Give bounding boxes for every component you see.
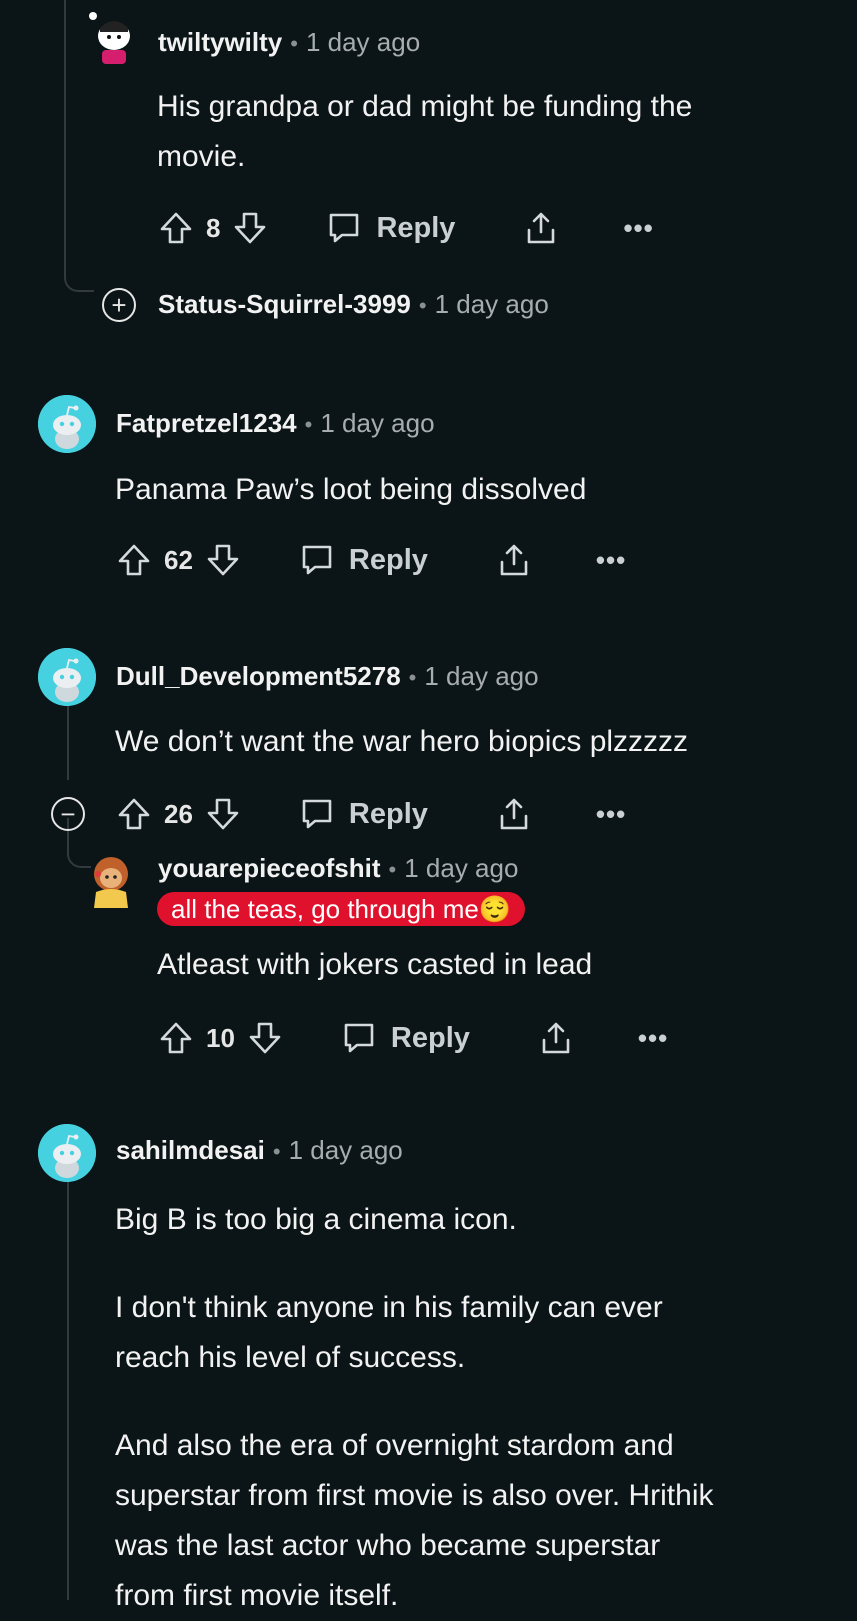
avatar[interactable]	[38, 395, 96, 453]
comment-line: reach his level of success.	[115, 1341, 466, 1374]
reply-label: Reply	[376, 211, 456, 244]
comment-actions: 10 Reply •••	[158, 1016, 668, 1060]
username[interactable]: Fatpretzel1234	[116, 408, 297, 438]
comment-bubble-icon	[299, 796, 335, 832]
more-options-button[interactable]: •••	[623, 215, 653, 241]
separator: •	[304, 412, 313, 437]
comment-line: movie.	[157, 140, 246, 173]
snoo-avatar-icon	[38, 648, 96, 706]
reply-label: Reply	[348, 797, 428, 830]
username[interactable]: Status-Squirrel-3999	[158, 289, 411, 319]
more-options-button[interactable]: •••	[596, 801, 626, 827]
separator: •	[418, 293, 427, 318]
comment-line: Panama Paw’s loot being dissolved	[115, 473, 587, 506]
separator: •	[272, 1139, 281, 1164]
downvote-icon[interactable]	[232, 210, 268, 246]
comment-line: Atleast with jokers casted in lead	[157, 948, 593, 981]
comment-meta: Fatpretzel1234 • 1 day ago	[116, 407, 435, 441]
username[interactable]: youarepieceofshit	[158, 853, 381, 883]
comment-actions: 62 Reply •••	[116, 538, 626, 582]
comment-body: Atleast with jokers casted in lead	[157, 940, 592, 990]
share-icon	[496, 542, 532, 578]
comment-body: Panama Paw’s loot being dissolved	[115, 465, 586, 515]
comment-meta: Status-Squirrel-3999 • 1 day ago	[158, 288, 549, 322]
timestamp: 1 day ago	[424, 661, 539, 691]
comment-meta: youarepieceofshit • 1 day ago	[158, 852, 518, 886]
username[interactable]: twiltywilty	[158, 27, 282, 57]
comment-line: from first movie itself.	[115, 1579, 399, 1612]
downvote-icon[interactable]	[205, 796, 241, 832]
upvote-icon[interactable]	[158, 1020, 194, 1056]
comment-bubble-icon	[299, 542, 335, 578]
share-icon	[523, 210, 559, 246]
user-flair: all the teas, go through me😌	[157, 892, 526, 926]
upvote-icon[interactable]	[158, 210, 194, 246]
avatar[interactable]	[86, 852, 136, 910]
comment-line: superstar from first movie is also over.…	[115, 1479, 714, 1512]
separator: •	[290, 31, 298, 56]
share-button[interactable]	[496, 796, 532, 832]
comment-actions: 26 Reply •••	[116, 792, 626, 836]
more-options-button[interactable]: •••	[638, 1025, 668, 1051]
share-button[interactable]	[538, 1020, 574, 1056]
comment-meta: twiltywilty • 1 day ago	[158, 26, 420, 60]
share-button[interactable]	[523, 210, 559, 246]
upvote-icon[interactable]	[116, 542, 152, 578]
reply-button[interactable]: Reply	[341, 1020, 470, 1056]
username[interactable]: Dull_Development5278	[116, 661, 401, 691]
comment-actions: 8 Reply •••	[158, 206, 654, 250]
expand-thread-button[interactable]: +	[102, 288, 136, 322]
timestamp: 1 day ago	[404, 853, 519, 883]
share-icon	[538, 1020, 574, 1056]
username[interactable]: sahilmdesai	[116, 1135, 265, 1165]
plus-icon: +	[111, 290, 127, 320]
more-options-button[interactable]: •••	[596, 547, 626, 573]
upvote-icon[interactable]	[116, 796, 152, 832]
timestamp: 1 day ago	[320, 408, 435, 438]
comment-bubble-icon	[326, 210, 362, 246]
snoo-avatar-icon	[38, 1124, 96, 1182]
separator: •	[408, 665, 417, 690]
vote-count: 8	[206, 212, 221, 243]
reply-label: Reply	[348, 543, 428, 576]
separator: •	[388, 857, 397, 882]
comment-bubble-icon	[341, 1020, 377, 1056]
comment-line: Big B is too big a cinema icon.	[115, 1203, 517, 1236]
comment-line: was the last actor who became superstar	[115, 1529, 661, 1562]
share-icon	[496, 796, 532, 832]
comment-meta: Dull_Development5278 • 1 day ago	[116, 660, 539, 694]
reply-button[interactable]: Reply	[299, 542, 428, 578]
comment-line: I don't think anyone in his family can e…	[115, 1291, 663, 1324]
thread-line	[67, 706, 69, 780]
downvote-icon[interactable]	[205, 542, 241, 578]
thread-line	[67, 1170, 69, 1600]
comment-line: His grandpa or dad might be funding the	[157, 90, 693, 123]
reply-label: Reply	[390, 1021, 470, 1054]
vote-count: 10	[206, 1022, 235, 1053]
share-button[interactable]	[496, 542, 532, 578]
user-avatar-icon	[89, 12, 130, 64]
reply-button[interactable]: Reply	[299, 796, 428, 832]
comment-body: We don’t want the war hero biopics plzzz…	[115, 717, 688, 767]
downvote-icon[interactable]	[247, 1020, 283, 1056]
timestamp: 1 day ago	[288, 1135, 403, 1165]
comment-body: Big B is too big a cinema icon. I don't …	[115, 1195, 714, 1621]
avatar[interactable]	[88, 10, 138, 68]
avatar[interactable]	[38, 1124, 96, 1182]
minus-icon: −	[60, 799, 76, 829]
vote-count: 26	[164, 798, 193, 829]
snoo-avatar-icon	[38, 395, 96, 453]
comment-line: And also the era of overnight stardom an…	[115, 1429, 674, 1462]
timestamp: 1 day ago	[305, 27, 421, 57]
user-avatar-icon	[94, 857, 128, 908]
comment-meta: sahilmdesai • 1 day ago	[116, 1134, 403, 1168]
timestamp: 1 day ago	[434, 289, 549, 319]
comment-body: His grandpa or dad might be funding the …	[157, 82, 692, 182]
comment-line: We don’t want the war hero biopics plzzz…	[115, 725, 689, 758]
collapse-thread-button[interactable]: −	[51, 797, 85, 831]
reply-button[interactable]: Reply	[326, 210, 455, 246]
vote-count: 62	[164, 544, 193, 575]
avatar[interactable]	[38, 648, 96, 706]
